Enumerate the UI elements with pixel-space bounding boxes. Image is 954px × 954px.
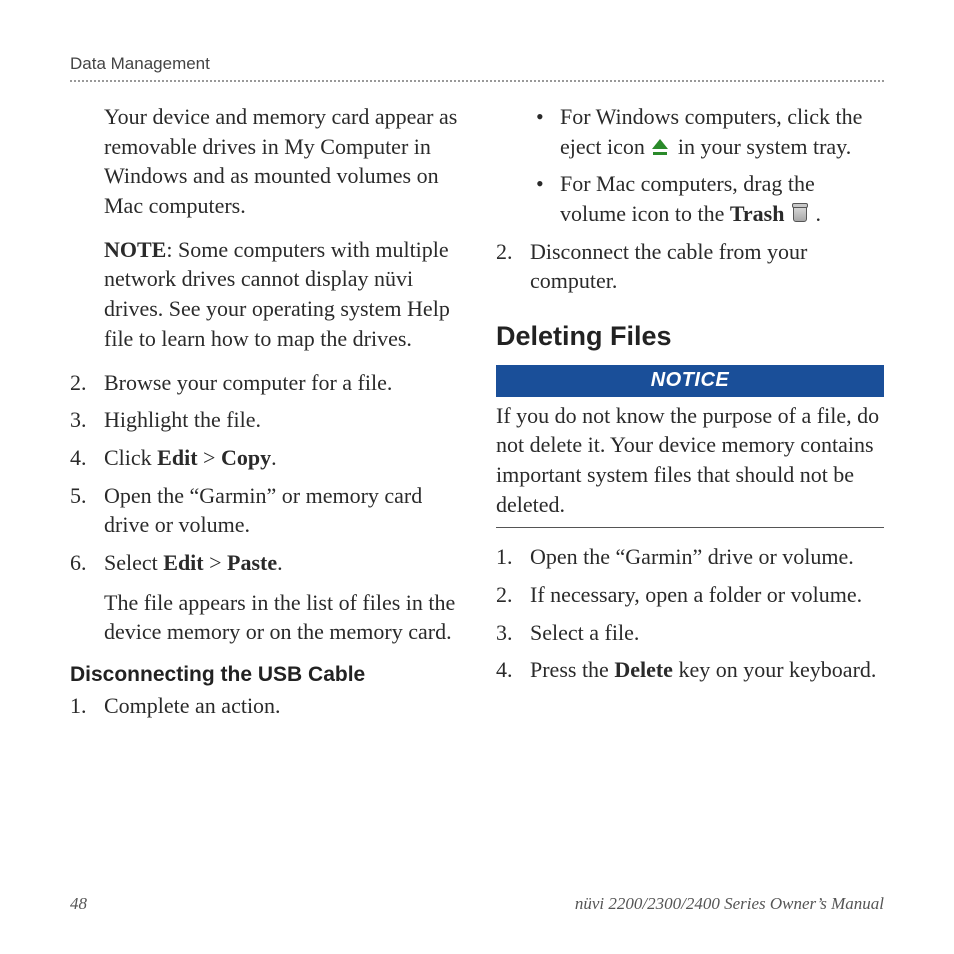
- step-text: Click Edit > Copy.: [104, 443, 458, 473]
- bullet-text: For Windows computers, click the eject i…: [560, 102, 884, 161]
- list-item: 1. Open the “Garmin” drive or volume.: [496, 542, 884, 572]
- step-text: Press the Delete key on your keyboard.: [530, 655, 884, 685]
- list-item: 2. Disconnect the cable from your comput…: [496, 237, 884, 296]
- section-header: Data Management: [70, 54, 884, 82]
- list-item: 4. Click Edit > Copy.: [70, 443, 458, 473]
- list-item: 6. Select Edit > Paste. The file appears…: [70, 548, 458, 647]
- page-number: 48: [70, 894, 87, 914]
- step-number: 2.: [496, 580, 530, 610]
- intro-paragraph: Your device and memory card appear as re…: [70, 102, 458, 221]
- step-text: Disconnect the cable from your computer.: [530, 237, 884, 296]
- disconnect-steps-list: 1. Complete an action.: [70, 691, 458, 721]
- list-item: • For Windows computers, click the eject…: [530, 102, 884, 161]
- action-bullets: • For Windows computers, click the eject…: [530, 102, 884, 229]
- list-item: 3. Highlight the file.: [70, 405, 458, 435]
- step-number: 2.: [70, 368, 104, 398]
- step-number: 2.: [496, 237, 530, 296]
- page-footer: 48 nüvi 2200/2300/2400 Series Owner’s Ma…: [70, 894, 884, 914]
- step-tail: The file appears in the list of files in…: [104, 590, 455, 645]
- step-number: 1.: [70, 691, 104, 721]
- list-item: 2. If necessary, open a folder or volume…: [496, 580, 884, 610]
- copy-steps-list: 2. Browse your computer for a file. 3. H…: [70, 368, 458, 648]
- manual-title: nüvi 2200/2300/2400 Series Owner’s Manua…: [575, 894, 884, 914]
- bullet-text: For Mac computers, drag the volume icon …: [560, 169, 884, 228]
- subheading-disconnect: Disconnecting the USB Cable: [70, 661, 458, 689]
- list-item: 2. Browse your computer for a file.: [70, 368, 458, 398]
- bullet-icon: •: [530, 102, 560, 161]
- delete-steps-list: 1. Open the “Garmin” drive or volume. 2.…: [496, 542, 884, 685]
- list-item: 5. Open the “Garmin” or memory card driv…: [70, 481, 458, 540]
- disconnect-step2: 2. Disconnect the cable from your comput…: [496, 237, 884, 296]
- step-number: 4.: [70, 443, 104, 473]
- list-item: 1. Complete an action.: [70, 691, 458, 721]
- list-item: 4. Press the Delete key on your keyboard…: [496, 655, 884, 685]
- right-column: • For Windows computers, click the eject…: [496, 102, 884, 729]
- notice-text: If you do not know the purpose of a file…: [496, 397, 884, 529]
- step-text: Open the “Garmin” drive or volume.: [530, 542, 884, 572]
- step-text: Open the “Garmin” or memory card drive o…: [104, 481, 458, 540]
- note-paragraph: NOTE: Some computers with multiple netwo…: [70, 235, 458, 354]
- step-number: 5.: [70, 481, 104, 540]
- eject-icon: [650, 137, 672, 157]
- note-label: NOTE: [104, 237, 166, 262]
- notice-label: NOTICE: [496, 365, 884, 397]
- list-item: • For Mac computers, drag the volume ico…: [530, 169, 884, 228]
- step-number: 3.: [496, 618, 530, 648]
- step-text: Select a file.: [530, 618, 884, 648]
- step-text: Select Edit > Paste. The file appears in…: [104, 548, 458, 647]
- step-text: If necessary, open a folder or volume.: [530, 580, 884, 610]
- step-number: 6.: [70, 548, 104, 647]
- left-column: Your device and memory card appear as re…: [70, 102, 458, 729]
- list-item: 3. Select a file.: [496, 618, 884, 648]
- step-number: 4.: [496, 655, 530, 685]
- step-number: 3.: [70, 405, 104, 435]
- step-text: Highlight the file.: [104, 405, 458, 435]
- step-text: Browse your computer for a file.: [104, 368, 458, 398]
- bullet-icon: •: [530, 169, 560, 228]
- trash-icon: [790, 202, 810, 224]
- heading-deleting-files: Deleting Files: [496, 318, 884, 354]
- step-text: Complete an action.: [104, 691, 458, 721]
- step-number: 1.: [496, 542, 530, 572]
